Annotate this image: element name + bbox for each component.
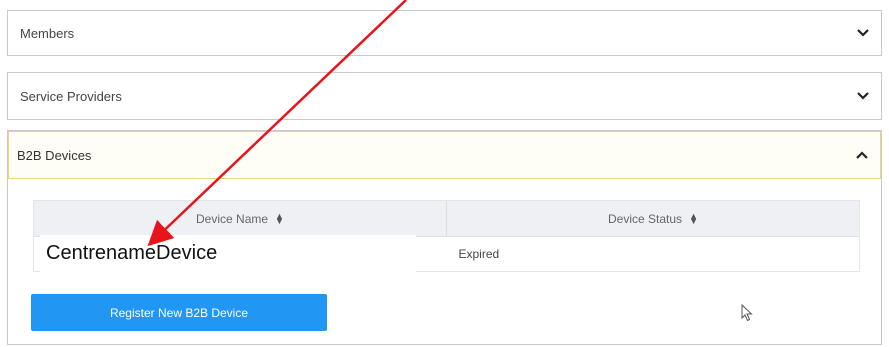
register-new-b2b-device-button[interactable]: Register New B2B Device [31,294,327,331]
members-panel[interactable]: Members [7,10,882,56]
b2b-devices-panel-header[interactable]: B2B Devices [8,131,881,179]
sort-icon[interactable]: ▲ ▼ [689,211,698,225]
column-header-device-name[interactable]: Device Name ▲ ▼ [34,201,446,236]
b2b-devices-panel-title: B2B Devices [17,147,92,163]
service-providers-panel-title: Service Providers [20,88,122,104]
column-header-device-status[interactable]: Device Status ▲ ▼ [446,201,859,236]
device-status-cell: Expired [458,247,500,261]
members-panel-header[interactable]: Members [8,11,881,55]
column-header-label: Device Name [196,211,269,226]
chevron-up-icon[interactable] [854,147,870,163]
chevron-down-icon[interactable] [855,25,871,41]
device-name-annotation: CentrenameDevice [40,235,416,272]
column-header-label: Device Status [608,211,683,226]
members-panel-title: Members [20,25,75,41]
service-providers-panel[interactable]: Service Providers [7,72,882,120]
mouse-cursor-icon [741,303,753,327]
chevron-down-icon[interactable] [855,88,871,104]
table-header: Device Name ▲ ▼ Device Status ▲ ▼ [34,201,859,237]
service-providers-panel-header[interactable]: Service Providers [8,73,881,119]
sort-icon[interactable]: ▲ ▼ [275,211,284,225]
